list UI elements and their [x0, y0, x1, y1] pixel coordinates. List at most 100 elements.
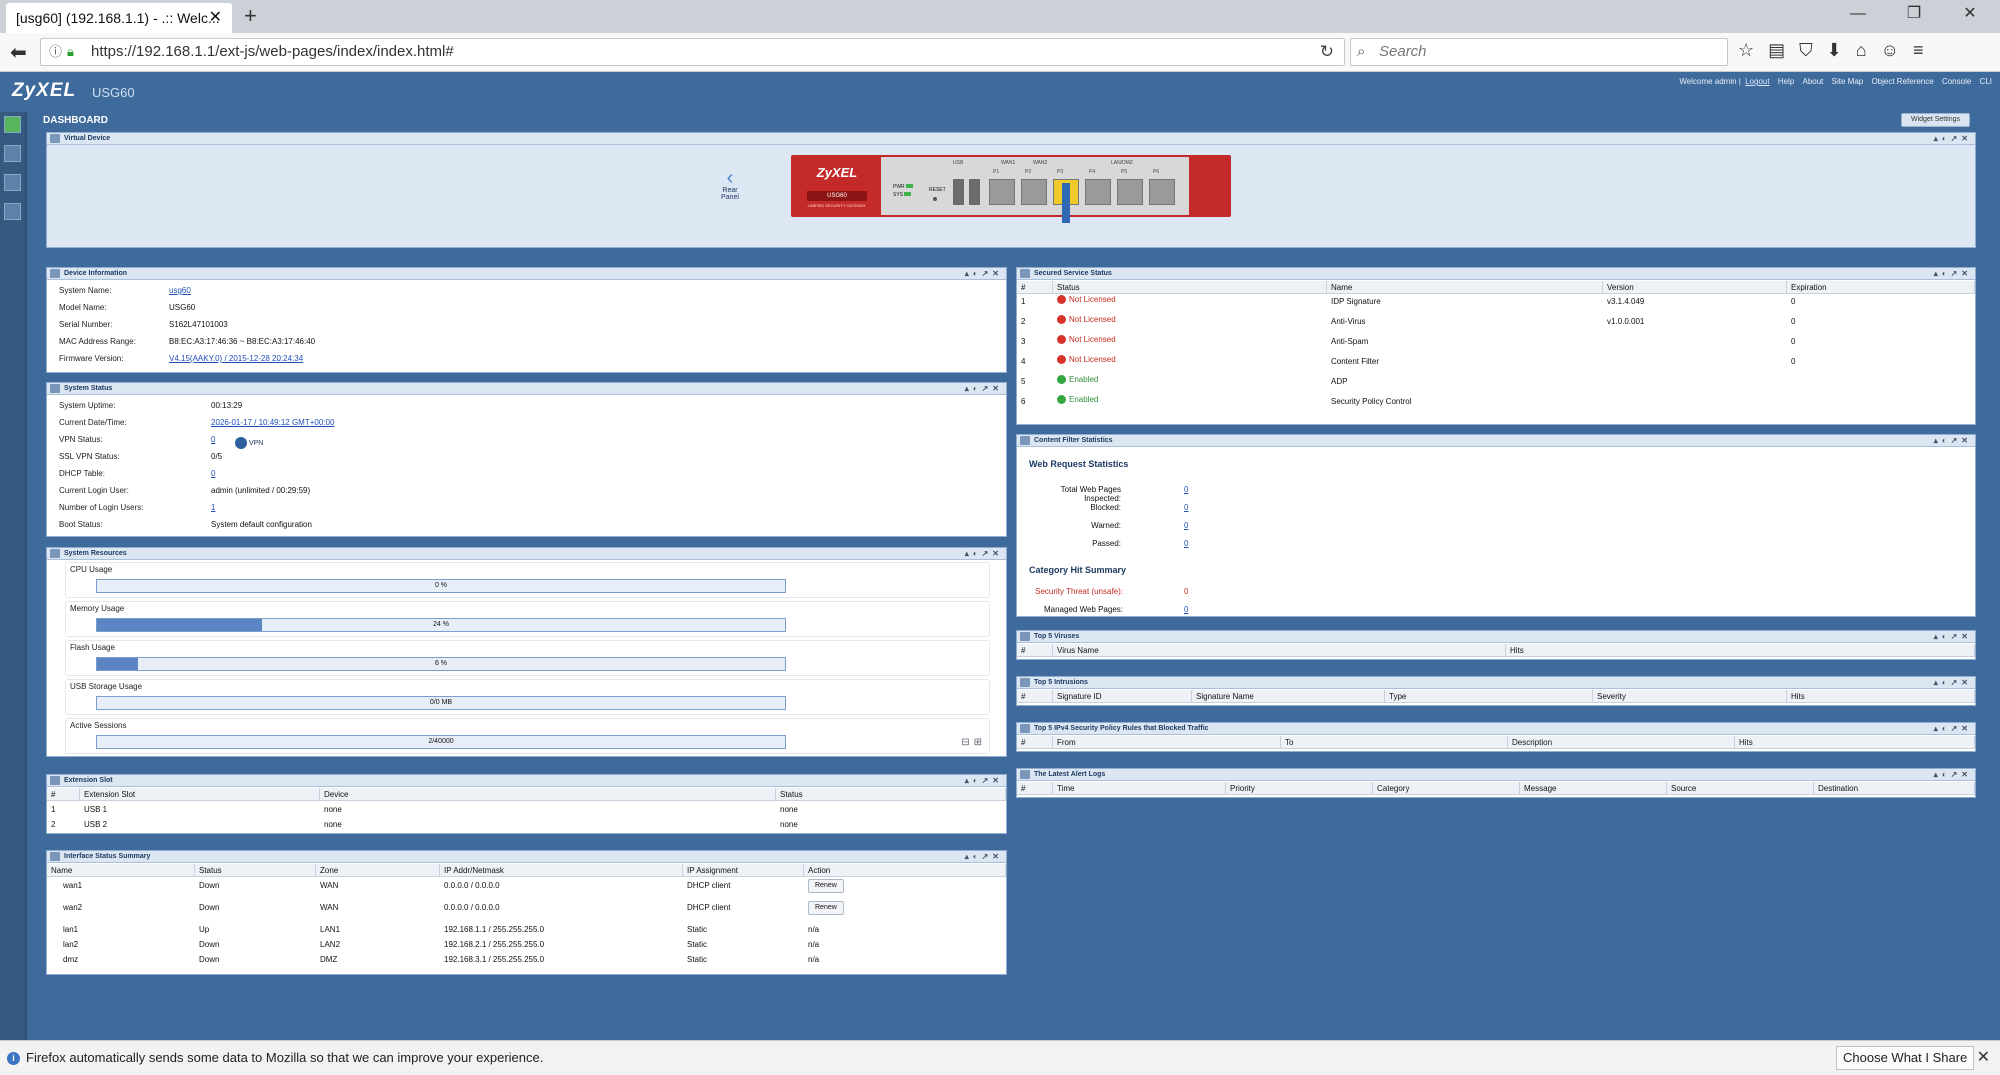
maintenance-nav-icon[interactable]: [4, 203, 21, 220]
restore-icon[interactable]: ❐: [1886, 0, 1942, 28]
column-header[interactable]: #: [1017, 782, 1053, 795]
close-tab-icon[interactable]: ✕: [209, 3, 222, 33]
console-link[interactable]: Console: [1942, 77, 1971, 86]
column-header[interactable]: Extension Slot: [80, 788, 320, 801]
column-header[interactable]: Status: [1053, 281, 1327, 294]
menu-icon[interactable]: ≡: [1913, 40, 1938, 60]
dashboard-nav-icon[interactable]: [4, 116, 21, 133]
column-header[interactable]: Source: [1667, 782, 1814, 795]
object-reference-link[interactable]: Object Reference: [1871, 77, 1933, 86]
column-header[interactable]: Message: [1520, 782, 1667, 795]
port-p5[interactable]: [1117, 179, 1143, 205]
help-link[interactable]: Help: [1778, 77, 1794, 86]
field-value[interactable]: 1: [211, 503, 215, 512]
close-window-icon[interactable]: ✕: [1942, 0, 1998, 28]
column-header[interactable]: Name: [47, 864, 195, 877]
column-header[interactable]: Type: [1385, 690, 1593, 703]
search-input[interactable]: ⌕ Search: [1350, 38, 1728, 66]
column-header[interactable]: IP Addr/Netmask: [440, 864, 683, 877]
stat-value[interactable]: 0: [1184, 587, 1188, 596]
field-value[interactable]: 0: [211, 435, 215, 444]
about-link[interactable]: About: [1803, 77, 1824, 86]
usb-port-2[interactable]: [969, 179, 980, 205]
back-icon[interactable]: ⬅: [10, 40, 27, 65]
minimize-icon[interactable]: —: [1830, 0, 1886, 28]
column-header[interactable]: Hits: [1506, 644, 1975, 657]
field-value[interactable]: 2026-01-17 / 10:49:12 GMT+00:00: [211, 418, 334, 427]
new-tab-icon[interactable]: +: [244, 3, 257, 29]
column-header[interactable]: From: [1053, 736, 1281, 749]
renew-button[interactable]: Renew: [808, 901, 844, 915]
browser-tab[interactable]: [usg60] (192.168.1.1) - .:: Welc... ✕: [6, 3, 232, 33]
field-value[interactable]: usg60: [169, 286, 191, 295]
column-header[interactable]: Priority: [1226, 782, 1373, 795]
column-header[interactable]: #: [1017, 690, 1053, 703]
configuration-nav-icon[interactable]: [4, 174, 21, 191]
stat-value[interactable]: 0: [1184, 539, 1188, 548]
column-header[interactable]: Expiration: [1787, 281, 1975, 294]
column-header[interactable]: Signature ID: [1053, 690, 1192, 703]
panel-controls[interactable]: ▴◐↗✕: [1934, 631, 1972, 642]
panel-controls[interactable]: ▴◐↗✕: [1934, 268, 1972, 279]
panel-controls[interactable]: ▴◐↗✕: [965, 383, 1003, 394]
resource-view-icons[interactable]: ⊟⊞: [961, 737, 986, 748]
vpn-badge[interactable]: VPN: [235, 437, 263, 449]
reader-list-icon[interactable]: ▤: [1768, 40, 1799, 60]
stat-value[interactable]: 0: [1184, 503, 1188, 512]
close-notification-icon[interactable]: ✕: [1977, 1041, 1990, 1075]
column-header[interactable]: Virus Name: [1053, 644, 1506, 657]
cli-link[interactable]: CLI: [1980, 77, 1992, 86]
column-header[interactable]: #: [47, 788, 80, 801]
column-header[interactable]: Hits: [1735, 736, 1975, 749]
column-header[interactable]: IP Assignment: [683, 864, 804, 877]
url-bar[interactable]: ⓘ 🔒︎ https://192.168.1.1/ext-js/web-page…: [40, 38, 1345, 66]
usb-port-1[interactable]: [953, 179, 964, 205]
column-header[interactable]: #: [1017, 281, 1053, 294]
column-header[interactable]: Severity: [1593, 690, 1787, 703]
reset-button[interactable]: [933, 197, 937, 201]
column-header[interactable]: Name: [1327, 281, 1603, 294]
rear-panel-button[interactable]: ‹ Rear Panel: [715, 168, 745, 201]
bookmark-star-icon[interactable]: ☆: [1738, 40, 1768, 60]
panel-controls[interactable]: ▴◐↗✕: [1934, 133, 1972, 144]
port-p2[interactable]: [1021, 179, 1047, 205]
panel-controls[interactable]: ▴◐↗✕: [1934, 435, 1972, 446]
stat-value[interactable]: 0: [1184, 521, 1188, 530]
field-value[interactable]: 0: [211, 469, 215, 478]
home-icon[interactable]: ⌂: [1856, 40, 1881, 60]
panel-controls[interactable]: ▴◐↗✕: [1934, 769, 1972, 780]
column-header[interactable]: Hits: [1787, 690, 1975, 703]
panel-controls[interactable]: ▴◐↗✕: [965, 775, 1003, 786]
column-header[interactable]: #: [1017, 644, 1053, 657]
info-icon[interactable]: ⓘ: [49, 39, 62, 65]
pocket-icon[interactable]: ⛉: [1799, 40, 1827, 60]
column-header[interactable]: #: [1017, 736, 1053, 749]
column-header[interactable]: Status: [195, 864, 316, 877]
panel-controls[interactable]: ▴◐↗✕: [1934, 677, 1972, 688]
column-header[interactable]: Action: [804, 864, 1006, 877]
column-header[interactable]: Time: [1053, 782, 1226, 795]
panel-controls[interactable]: ▴◐↗✕: [965, 548, 1003, 559]
download-icon[interactable]: ⬇: [1827, 40, 1856, 60]
field-value[interactable]: V4.15(AAKY.0) / 2015-12-28 20:24:34: [169, 354, 303, 363]
chat-icon[interactable]: ☺: [1881, 40, 1913, 60]
choose-what-i-share-button[interactable]: Choose What I Share: [1836, 1046, 1975, 1070]
panel-controls[interactable]: ▴◐↗✕: [965, 268, 1003, 279]
panel-controls[interactable]: ▴◐↗✕: [965, 851, 1003, 862]
logout-link[interactable]: Logout: [1745, 77, 1769, 86]
column-header[interactable]: To: [1281, 736, 1508, 749]
widget-settings-button[interactable]: Widget Settings: [1901, 113, 1970, 127]
renew-button[interactable]: Renew: [808, 879, 844, 893]
site-map-link[interactable]: Site Map: [1832, 77, 1864, 86]
column-header[interactable]: Zone: [316, 864, 440, 877]
column-header[interactable]: Description: [1508, 736, 1735, 749]
panel-controls[interactable]: ▴◐↗✕: [1934, 723, 1972, 734]
port-p6[interactable]: [1149, 179, 1175, 205]
reload-icon[interactable]: ↻: [1320, 39, 1334, 65]
port-p4[interactable]: [1085, 179, 1111, 205]
column-header[interactable]: Signature Name: [1192, 690, 1385, 703]
stat-value[interactable]: 0: [1184, 605, 1188, 614]
column-header[interactable]: Category: [1373, 782, 1520, 795]
stat-value[interactable]: 0: [1184, 485, 1188, 494]
column-header[interactable]: Version: [1603, 281, 1787, 294]
